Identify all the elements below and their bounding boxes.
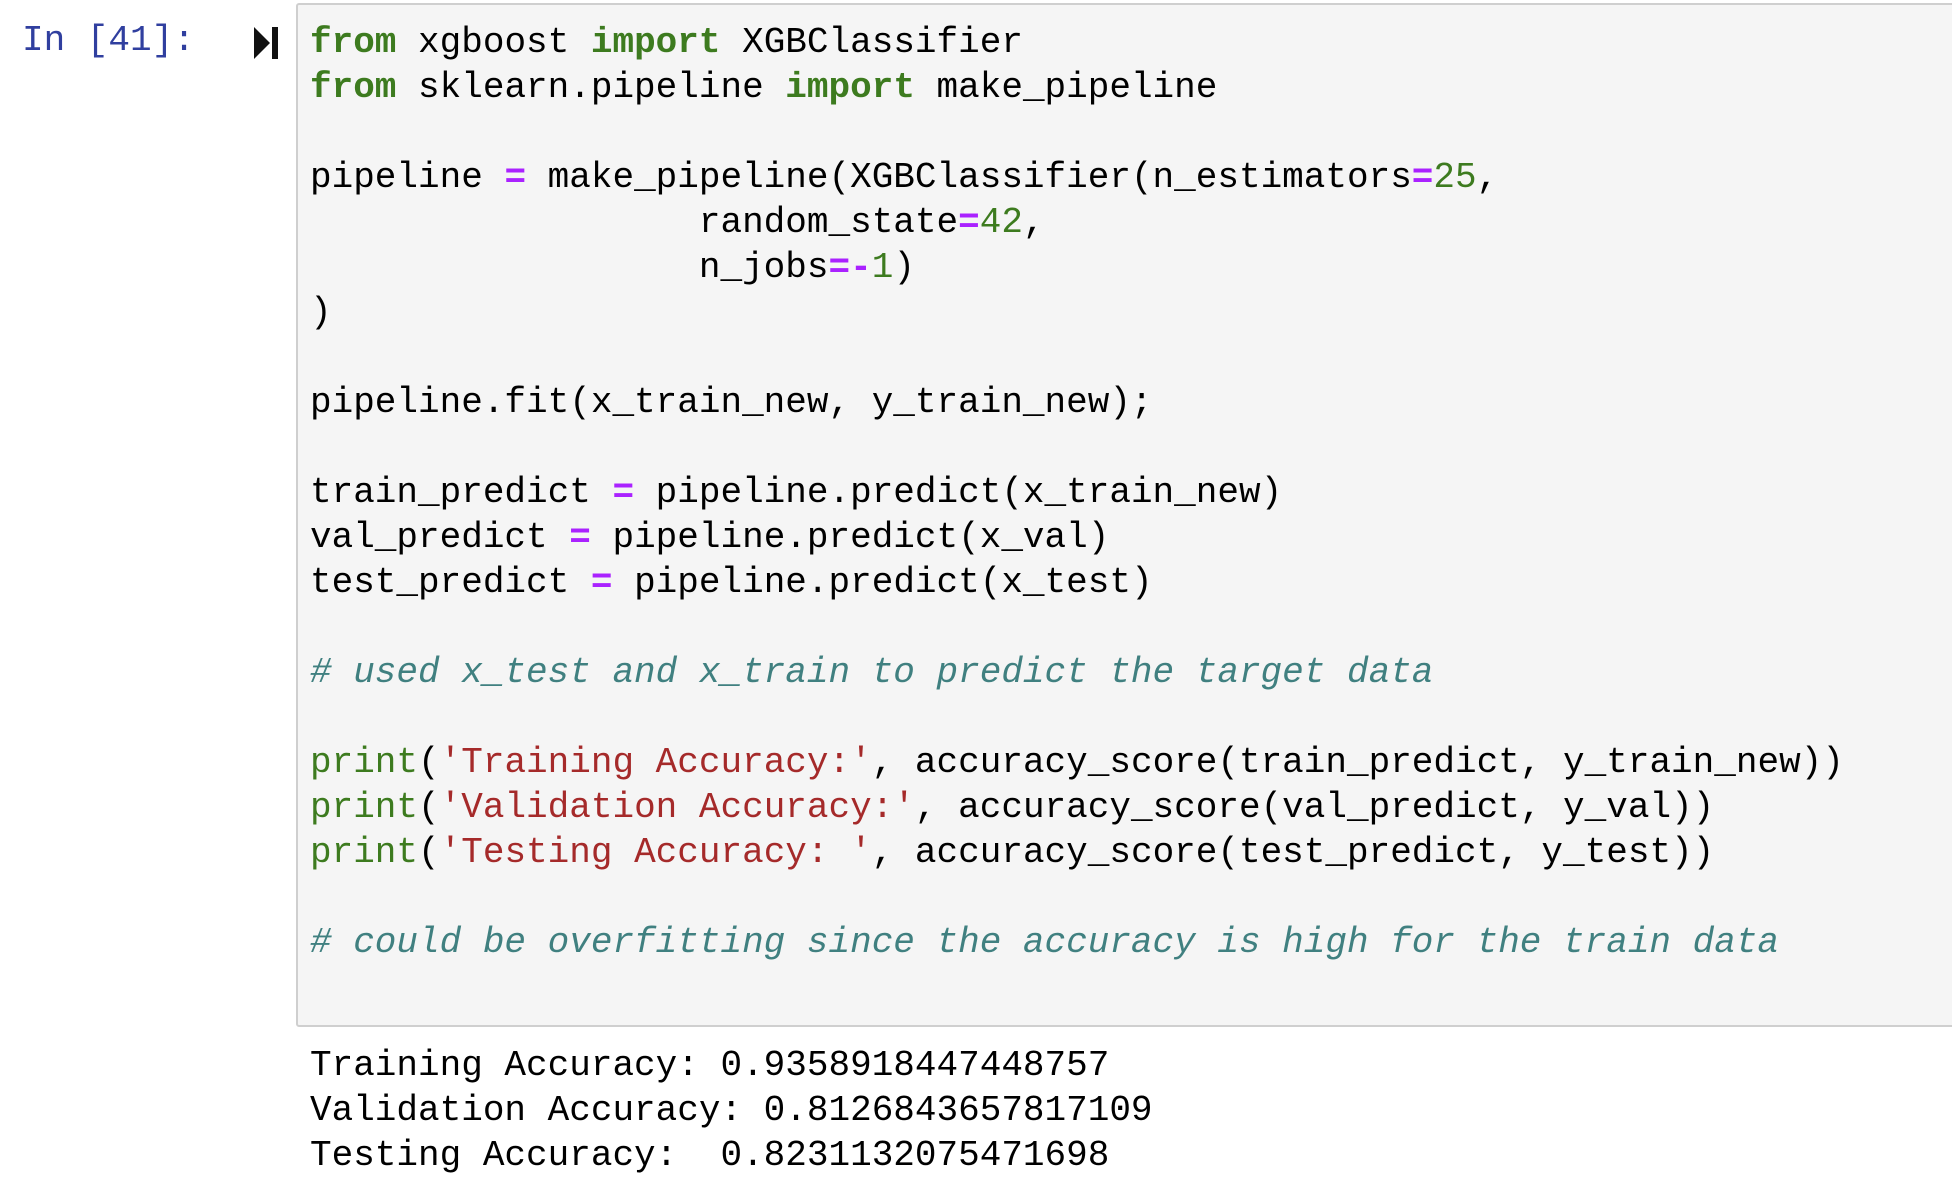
code-line: from sklearn.pipeline import make_pipeli… (310, 67, 1218, 108)
output-line-training: Training Accuracy: 0.9358918447448757 (310, 1045, 1110, 1086)
code-line: ) (310, 292, 332, 333)
code-line: val_predict = pipeline.predict(x_val) (310, 517, 1110, 558)
code-editor[interactable]: from xgboost import XGBClassifier from sk… (310, 20, 1844, 965)
code-line: print('Training Accuracy:', accuracy_sco… (310, 742, 1844, 783)
code-line: pipeline = make_pipeline(XGBClassifier(n… (310, 157, 1499, 198)
code-line: train_predict = pipeline.predict(x_train… (310, 472, 1283, 513)
output-line-testing: Testing Accuracy: 0.8231132075471698 (310, 1135, 1110, 1176)
code-comment: # could be overfitting since the accurac… (310, 922, 1780, 963)
cell-output: Training Accuracy: 0.9358918447448757 Val… (310, 1043, 1153, 1178)
input-prompt: In [41]: (22, 20, 195, 61)
code-comment: # used x_test and x_train to predict the… (310, 652, 1434, 693)
output-line-validation: Validation Accuracy: 0.8126843657817109 (310, 1090, 1153, 1131)
code-line: print('Testing Accuracy: ', accuracy_sco… (310, 832, 1715, 873)
code-line: n_jobs=-1) (310, 247, 915, 288)
code-line: test_predict = pipeline.predict(x_test) (310, 562, 1153, 603)
code-line: from xgboost import XGBClassifier (310, 22, 1023, 63)
code-line: pipeline.fit(x_train_new, y_train_new); (310, 382, 1153, 423)
code-input-area[interactable]: from xgboost import XGBClassifier from sk… (296, 3, 1952, 1027)
code-line: print('Validation Accuracy:', accuracy_s… (310, 787, 1715, 828)
run-cell-icon[interactable] (252, 24, 280, 62)
code-line: random_state=42, (310, 202, 1045, 243)
